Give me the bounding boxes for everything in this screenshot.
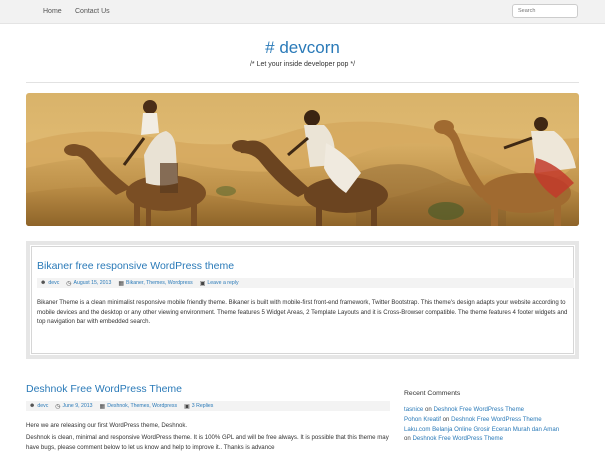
clock-icon: ◷ <box>66 280 72 287</box>
post-paragraph-2: Deshnok is clean, minimal and responsive… <box>26 434 389 451</box>
comment-icon: ▣ <box>184 403 190 410</box>
meta-author: ☻ devc <box>29 403 48 409</box>
comment-author-link[interactable]: Laku.com Belanja Online Grosir Eceran Mu… <box>404 426 559 433</box>
recent-comment-item: on Deshnok Free WordPress Theme <box>404 435 503 442</box>
author-link[interactable]: devc <box>48 280 59 286</box>
featured-post-inner: Bikaner free responsive WordPress theme … <box>31 246 574 354</box>
recent-comment-item: tasnice on Deshnok Free WordPress Theme <box>404 406 524 413</box>
date-link[interactable]: June 9, 2013 <box>63 403 93 409</box>
site-tagline: /* Let your inside developer pop */ <box>249 61 356 68</box>
meta-author: ☻ devc <box>40 280 59 286</box>
clock-icon: ◷ <box>55 403 61 410</box>
comment-post-link[interactable]: Deshnok Free WordPress Theme <box>434 406 525 413</box>
header-divider <box>26 82 579 83</box>
comment-on-text: on <box>404 435 411 442</box>
comment-icon: ▣ <box>199 280 206 287</box>
top-navbar: Home Contact Us <box>0 0 605 24</box>
meta-date: ◷ August 15, 2013 <box>66 280 111 287</box>
meta-date: ◷ June 9, 2013 <box>55 403 92 410</box>
post-title[interactable]: Deshnok Free WordPress Theme <box>26 383 182 395</box>
date-link[interactable]: August 15, 2013 <box>74 280 112 286</box>
comment-author-link[interactable]: tasnice <box>404 406 423 413</box>
replies-link[interactable]: 3 Replies <box>192 403 214 409</box>
banner-illustration <box>26 93 579 226</box>
nav-contact-link[interactable]: Contact Us <box>75 8 110 15</box>
featured-post-excerpt: Bikaner Theme is a clean minimalist resp… <box>37 299 568 326</box>
user-icon: ☻ <box>29 403 36 409</box>
comment-post-link[interactable]: Deshnok Free WordPress Theme <box>412 435 503 442</box>
recent-comments-title: Recent Comments <box>404 390 461 397</box>
folder-icon: ▦ <box>118 280 125 287</box>
comment-on-text: on <box>442 416 450 423</box>
featured-post-title[interactable]: Bikaner free responsive WordPress theme <box>37 260 234 272</box>
recent-comment-item: Pohon Kreatif on Deshnok Free WordPress … <box>404 416 542 423</box>
post-paragraph-1: Here we are releasing our first WordPres… <box>26 422 188 429</box>
meta-categories: ▦ Deshnok, Themes, Wordpress <box>100 403 178 410</box>
post-meta: ☻ devc ◷ June 9, 2013 ▦ Deshnok, Themes,… <box>26 401 390 411</box>
featured-post-box: Bikaner free responsive WordPress theme … <box>26 241 579 359</box>
meta-comments: ▣ 3 Replies <box>184 403 213 410</box>
user-icon: ☻ <box>40 280 47 286</box>
comment-author-link[interactable]: Pohon Kreatif <box>404 416 441 423</box>
meta-categories: ▦ Bikaner, Themes, Wordpress <box>118 280 192 287</box>
featured-post-meta: ☻ devc ◷ August 15, 2013 ▦ Bikaner, Them… <box>37 278 574 288</box>
comment-on-text: on <box>425 406 432 413</box>
recent-comment-item: Laku.com Belanja Online Grosir Eceran Mu… <box>404 426 559 433</box>
author-link[interactable]: devc <box>37 403 48 409</box>
meta-comments: ▣ Leave a reply <box>200 280 239 287</box>
header-banner-image <box>26 93 579 226</box>
comment-post-link[interactable]: Deshnok Free WordPress Theme <box>451 416 542 423</box>
categories-link[interactable]: Bikaner, Themes, Wordpress <box>126 280 193 286</box>
nav-home-link[interactable]: Home <box>43 8 62 15</box>
folder-icon: ▦ <box>99 403 106 410</box>
site-title[interactable]: # devcorn <box>0 38 605 58</box>
search-input[interactable] <box>512 4 578 18</box>
categories-link[interactable]: Deshnok, Themes, Wordpress <box>107 403 177 409</box>
leave-reply-link[interactable]: Leave a reply <box>207 280 238 286</box>
